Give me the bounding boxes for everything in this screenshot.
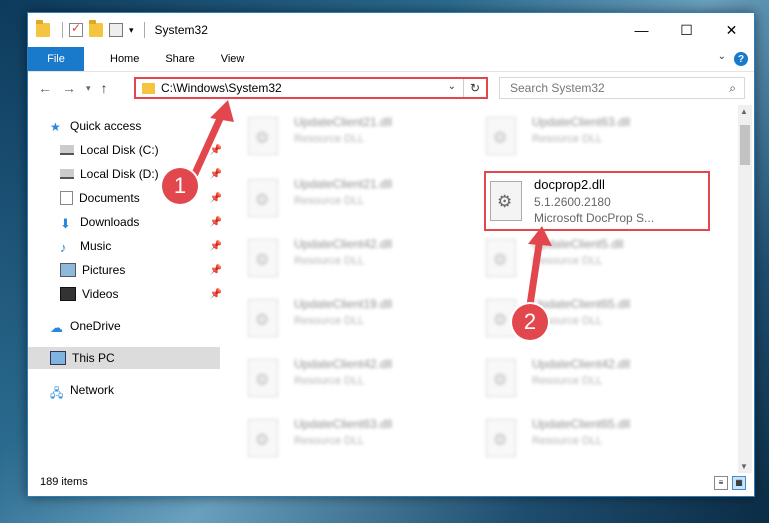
divider: [143, 22, 145, 38]
file-name: docprop2.dll: [534, 177, 605, 192]
address-path: C:\Windows\System32: [161, 81, 282, 95]
scroll-thumb[interactable]: [740, 125, 750, 165]
close-button[interactable]: ✕: [709, 13, 754, 47]
dll-file-icon: [486, 359, 516, 397]
folder-icon[interactable]: [36, 20, 50, 37]
download-icon: ⬇: [60, 216, 71, 231]
expand-ribbon-icon[interactable]: ⌄: [718, 51, 726, 62]
customize-toolbar-icon[interactable]: [109, 23, 123, 37]
list-item[interactable]: UpdateClient42.dll Resource DLL: [458, 353, 678, 411]
scroll-up-icon[interactable]: ▲: [740, 107, 748, 116]
file-list: UpdateClient21.dll Resource DLL UpdateCl…: [220, 105, 740, 465]
tab-view[interactable]: View: [221, 53, 245, 65]
view-toggle: ≡ ▦: [710, 476, 746, 490]
file-description: Microsoft DocProp S...: [534, 211, 655, 225]
sidebar-item-pictures[interactable]: Pictures 📌: [60, 259, 222, 281]
sidebar-item-onedrive[interactable]: ☁ OneDrive: [50, 315, 121, 337]
list-item[interactable]: UpdateClient42.dll Resource DLL: [220, 353, 440, 411]
cloud-icon: ☁: [50, 320, 63, 335]
vertical-scrollbar[interactable]: ▲ ▼: [738, 105, 752, 473]
item-count: 189 items: [40, 476, 88, 488]
folder-icon: [142, 82, 155, 94]
pictures-icon: [60, 263, 76, 277]
dll-file-icon: [248, 239, 278, 277]
list-item[interactable]: UpdateClient19.dll Resource DLL: [220, 293, 440, 351]
dll-file-icon: [248, 419, 278, 457]
navigation-bar: ← → ▾ ↑ C:\Windows\System32 ⌄ ↻ Search S…: [28, 71, 754, 105]
dll-file-icon: [486, 419, 516, 457]
search-placeholder: Search System32: [510, 81, 605, 95]
list-item[interactable]: UpdateClient65.dll Resource DLL: [458, 413, 678, 465]
list-item[interactable]: UpdateClient65.dll Resource DLL: [458, 293, 678, 351]
dll-file-icon: [248, 179, 278, 217]
list-item[interactable]: UpdateClient21.dll Resource DLL: [220, 173, 440, 231]
sidebar-item-network[interactable]: 🖧 Network: [50, 379, 114, 401]
address-bar[interactable]: C:\Windows\System32 ⌄ ↻: [134, 77, 488, 99]
chevron-down-icon[interactable]: ⌄: [448, 81, 456, 92]
sidebar-item-local-disk-c[interactable]: Local Disk (C:) 📌: [60, 139, 222, 161]
minimize-button[interactable]: —: [619, 13, 664, 47]
ribbon: File Home Share View ⌄ ?: [28, 47, 754, 72]
step-marker-2: 2: [512, 304, 548, 340]
sidebar-item-music[interactable]: ♪ Music 📌: [60, 235, 222, 257]
quick-access-toolbar: ▾: [36, 20, 151, 38]
dll-file-icon: [248, 359, 278, 397]
list-item[interactable]: UpdateClient42.dll Resource DLL: [220, 233, 440, 291]
dll-file-icon: [486, 239, 516, 277]
computer-icon: [50, 351, 66, 365]
drive-icon: [60, 169, 74, 179]
properties-check-icon[interactable]: [69, 21, 83, 37]
list-item[interactable]: UpdateClient5.dll Resource DLL: [458, 233, 678, 291]
highlighted-file-docprop2[interactable]: docprop2.dll 5.1.2600.2180 Microsoft Doc…: [484, 171, 710, 231]
dll-file-icon: [490, 181, 522, 221]
tab-share[interactable]: Share: [165, 53, 194, 65]
status-bar: 189 items ≡ ▦: [28, 468, 754, 496]
tab-file[interactable]: File: [28, 47, 84, 71]
music-icon: ♪: [60, 240, 67, 255]
details-view-icon[interactable]: ≡: [714, 476, 728, 490]
list-item[interactable]: UpdateClient21.dll Resource DLL: [220, 111, 440, 169]
new-folder-icon[interactable]: [89, 20, 103, 37]
step-marker-1: 1: [162, 168, 198, 204]
recent-chevron-icon[interactable]: ▾: [86, 83, 91, 94]
list-item[interactable]: UpdateClient63.dll Resource DLL: [220, 413, 440, 465]
search-input[interactable]: Search System32 ⌕: [499, 77, 745, 99]
dll-file-icon: [248, 299, 278, 337]
file-version: 5.1.2600.2180: [534, 195, 611, 209]
tab-home[interactable]: Home: [110, 53, 139, 65]
documents-icon: [60, 191, 73, 205]
dll-file-icon: [248, 117, 278, 155]
refresh-icon[interactable]: ↻: [463, 79, 486, 97]
videos-icon: [60, 287, 76, 301]
star-icon: ★: [50, 120, 61, 134]
chevron-down-icon[interactable]: ▾: [129, 25, 134, 36]
window-controls: — ☐ ✕: [619, 13, 754, 47]
title-bar: ▾ System32 — ☐ ✕: [28, 13, 754, 47]
network-icon: 🖧: [50, 386, 64, 400]
window-title: System32: [154, 23, 208, 37]
sidebar-item-quick-access[interactable]: ★ Quick access: [50, 115, 141, 137]
sidebar-item-this-pc[interactable]: This PC: [28, 347, 220, 369]
drive-icon: [60, 145, 74, 155]
list-item[interactable]: UpdateClient63.dll Resource DLL: [458, 111, 678, 169]
tiles-view-icon[interactable]: ▦: [732, 476, 746, 490]
explorer-window: ▾ System32 — ☐ ✕ File Home Share View ⌄ …: [27, 12, 755, 497]
forward-icon[interactable]: →: [62, 80, 76, 96]
up-icon[interactable]: ↑: [101, 80, 108, 96]
navigation-pane: ★ Quick access Local Disk (C:) 📌 Local D…: [28, 105, 222, 465]
divider: [62, 22, 63, 38]
help-icon[interactable]: ?: [734, 52, 748, 66]
back-icon[interactable]: ←: [38, 80, 52, 96]
sidebar-item-downloads[interactable]: ⬇ Downloads 📌: [60, 211, 222, 233]
search-icon[interactable]: ⌕: [729, 81, 736, 96]
dll-file-icon: [486, 117, 516, 155]
sidebar-item-videos[interactable]: Videos 📌: [60, 283, 222, 305]
maximize-button[interactable]: ☐: [664, 13, 709, 47]
